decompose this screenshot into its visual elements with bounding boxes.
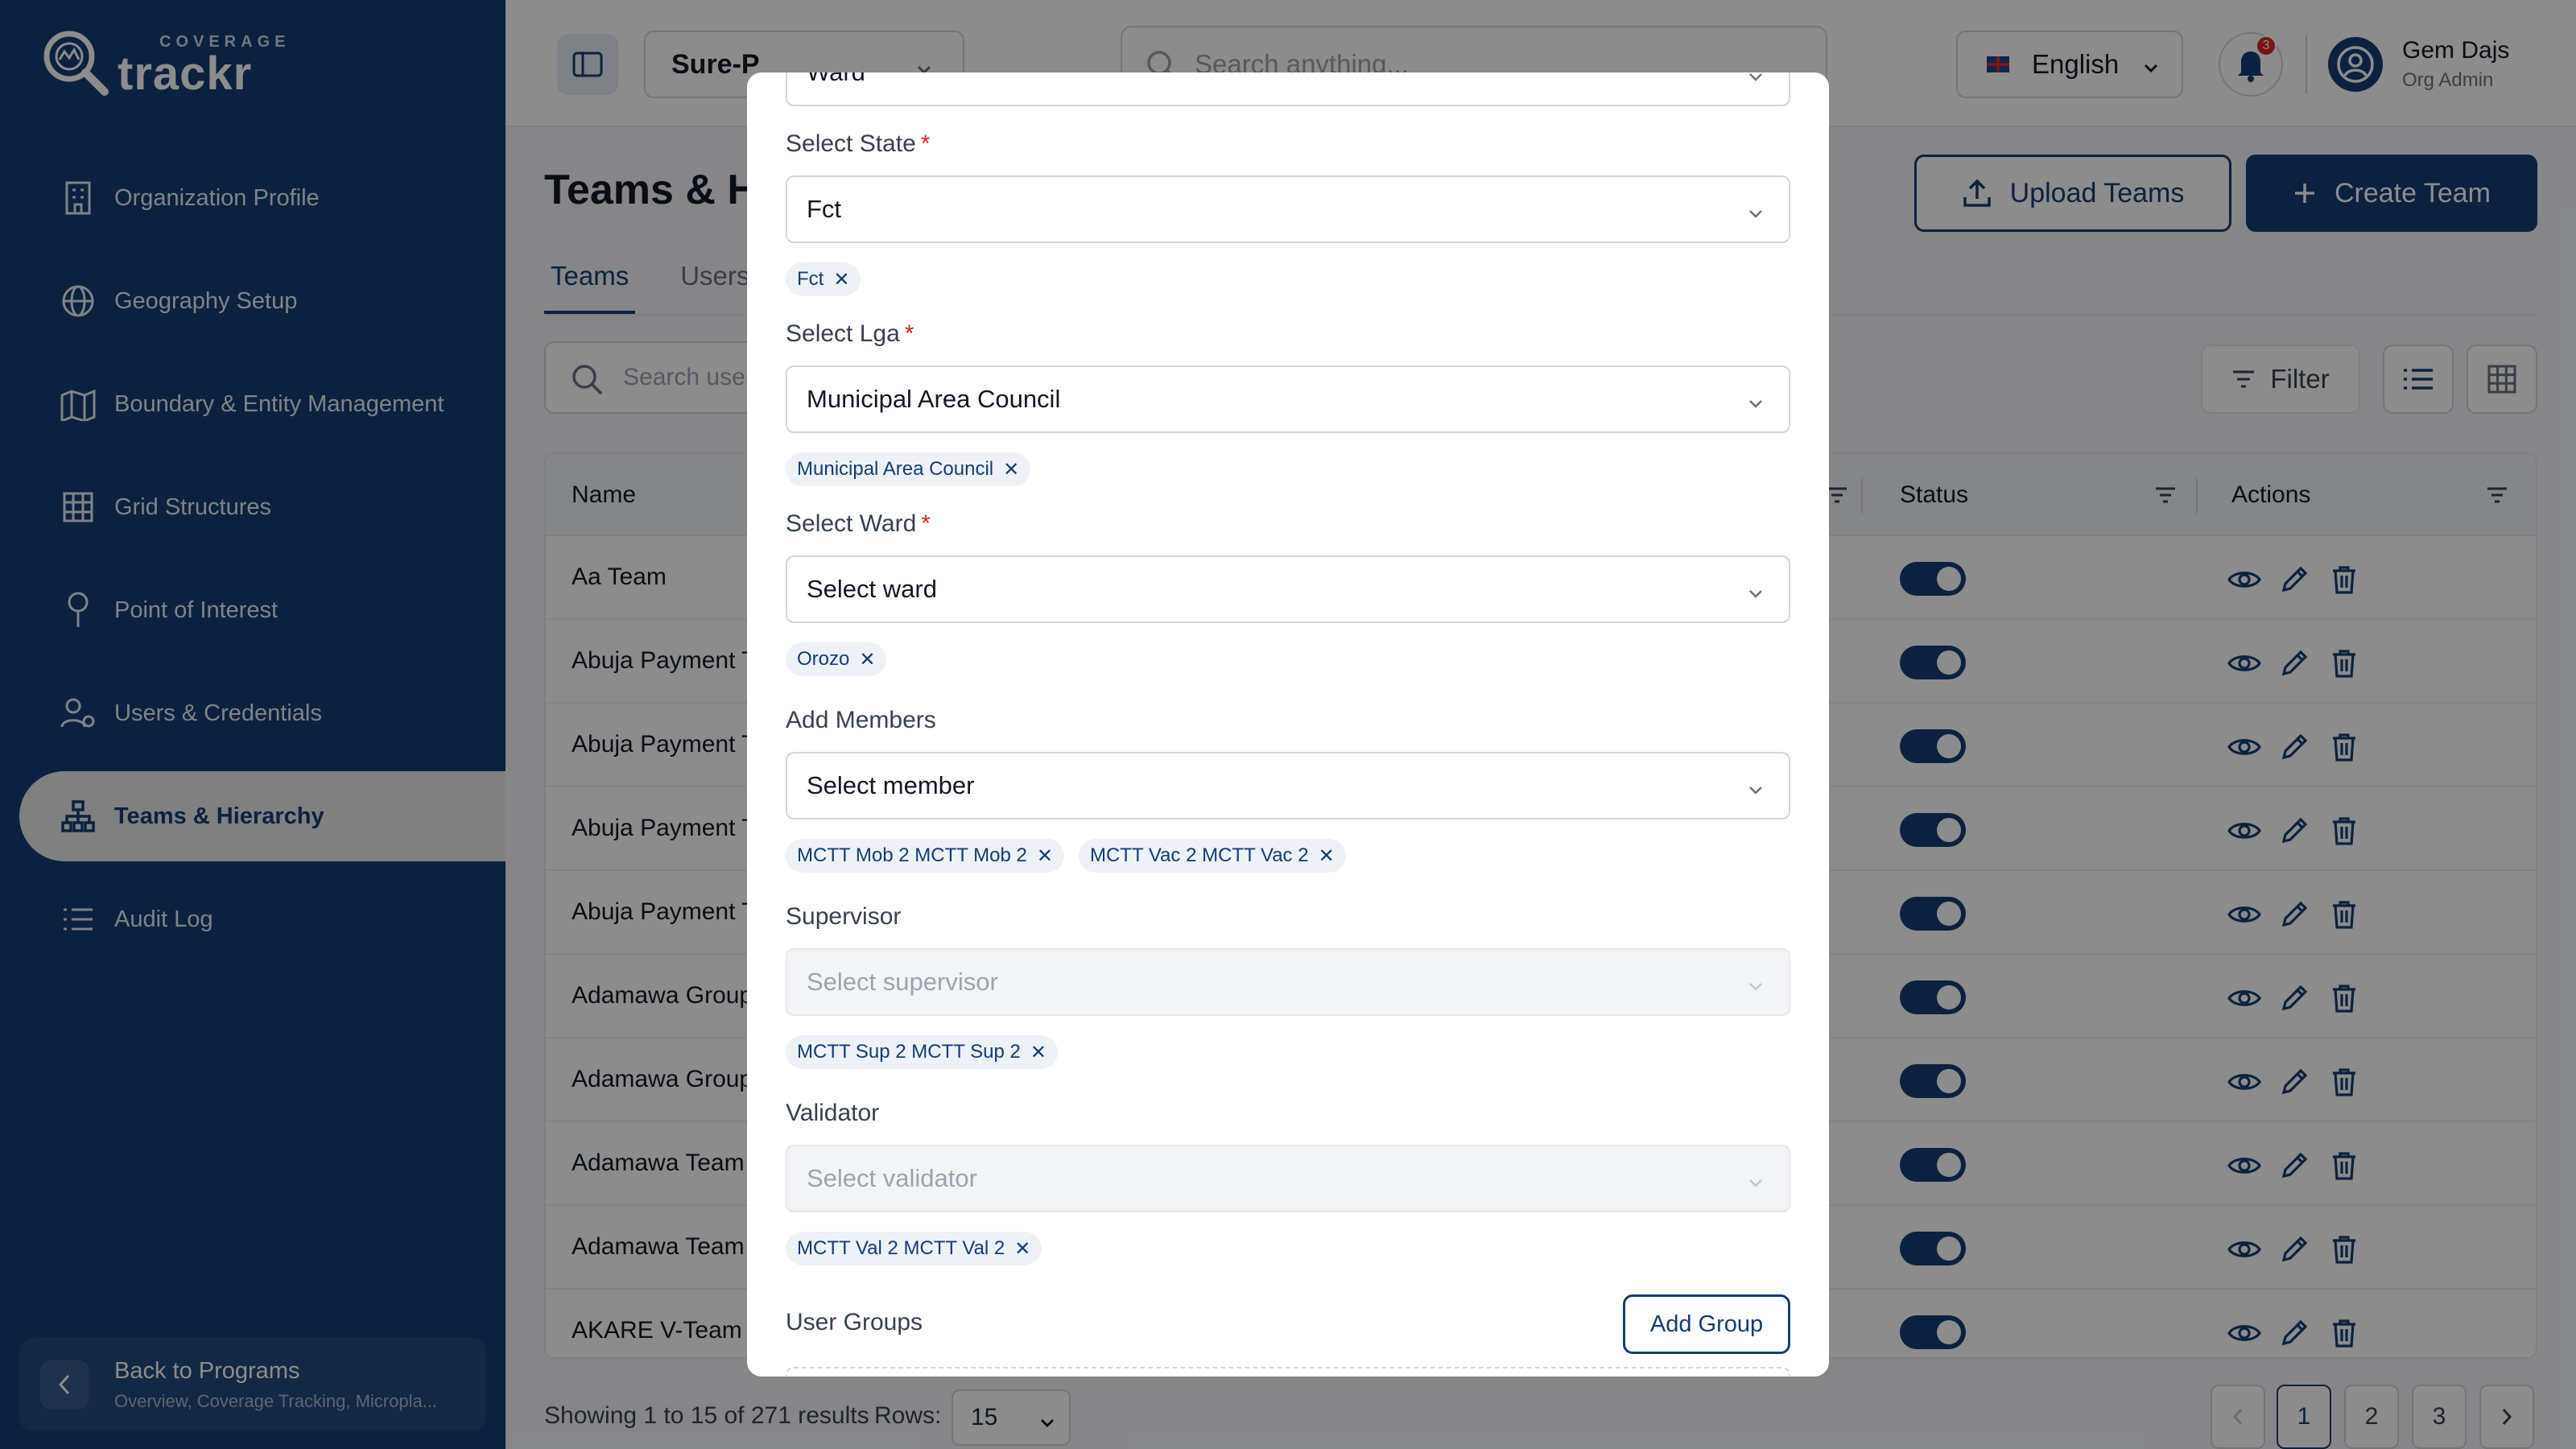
member-chip: MCTT Mob 2 MCTT Mob 2 ✕: [786, 839, 1064, 873]
remove-chip-icon[interactable]: ✕: [1319, 844, 1335, 868]
chevron-down-icon: [1747, 776, 1765, 805]
state-select[interactable]: Fct: [786, 175, 1790, 243]
supervisor-label: Supervisor: [786, 903, 902, 930]
validator-select[interactable]: Select validator: [786, 1145, 1790, 1212]
remove-chip-icon[interactable]: ✕: [1030, 1041, 1046, 1064]
lga-select[interactable]: Municipal Area Council: [786, 365, 1790, 433]
remove-chip-icon[interactable]: ✕: [1037, 844, 1053, 868]
members-select-value: Select member: [807, 771, 975, 799]
ward-select-value: Select ward: [807, 575, 937, 603]
lga-chips: Municipal Area Council ✕: [786, 452, 1045, 486]
state-chip: Fct ✕: [786, 262, 861, 296]
user-groups-label: User Groups: [786, 1309, 923, 1335]
chevron-down-icon: [1747, 580, 1765, 609]
chevron-down-icon: [1747, 200, 1765, 229]
chevron-down-icon: [1747, 72, 1765, 92]
lga-select-value: Municipal Area Council: [807, 385, 1061, 413]
lga-chip: Municipal Area Council ✕: [786, 452, 1031, 486]
geography-level-value: Ward: [807, 72, 865, 87]
add-group-button[interactable]: Add Group: [1623, 1294, 1790, 1354]
ward-select[interactable]: Select ward: [786, 555, 1790, 623]
chevron-down-icon: [1747, 1169, 1765, 1198]
chevron-down-icon: [1747, 972, 1765, 1001]
remove-chip-icon[interactable]: ✕: [1003, 458, 1019, 481]
supervisor-chip: MCTT Sup 2 MCTT Sup 2 ✕: [786, 1035, 1058, 1069]
validator-chip: MCTT Val 2 MCTT Val 2 ✕: [786, 1232, 1042, 1265]
state-select-value: Fct: [807, 195, 842, 223]
remove-chip-icon[interactable]: ✕: [859, 648, 875, 671]
validator-chips: MCTT Val 2 MCTT Val 2 ✕: [786, 1232, 1056, 1265]
ward-chip: Orozo ✕: [786, 642, 887, 676]
supervisor-select-value: Select supervisor: [807, 968, 998, 996]
ward-chips: Orozo ✕: [786, 642, 901, 676]
state-label: Select State *: [786, 130, 931, 157]
validator-select-value: Select validator: [807, 1164, 977, 1192]
supervisor-select[interactable]: Select supervisor: [786, 948, 1790, 1016]
remove-chip-icon[interactable]: ✕: [1014, 1237, 1030, 1261]
user-groups-dropzone: [786, 1367, 1790, 1377]
remove-chip-icon[interactable]: ✕: [833, 268, 849, 291]
lga-label: Select Lga *: [786, 320, 914, 347]
state-chips: Fct ✕: [786, 262, 875, 296]
member-chip: MCTT Vac 2 MCTT Vac 2 ✕: [1078, 839, 1346, 873]
validator-label: Validator: [786, 1100, 880, 1126]
chevron-down-icon: [1747, 390, 1765, 419]
members-select[interactable]: Select member: [786, 752, 1790, 819]
supervisor-chips: MCTT Sup 2 MCTT Sup 2 ✕: [786, 1035, 1072, 1069]
geography-level-select[interactable]: Ward: [786, 72, 1790, 106]
members-label: Add Members: [786, 707, 936, 733]
create-team-modal: Ward Select State* Fct Fct✕ Select Lga* …: [747, 72, 1829, 1377]
ward-label: Select Ward *: [786, 510, 931, 537]
members-chips: MCTT Mob 2 MCTT Mob 2 ✕ MCTT Vac 2 MCTT V…: [786, 839, 1360, 873]
